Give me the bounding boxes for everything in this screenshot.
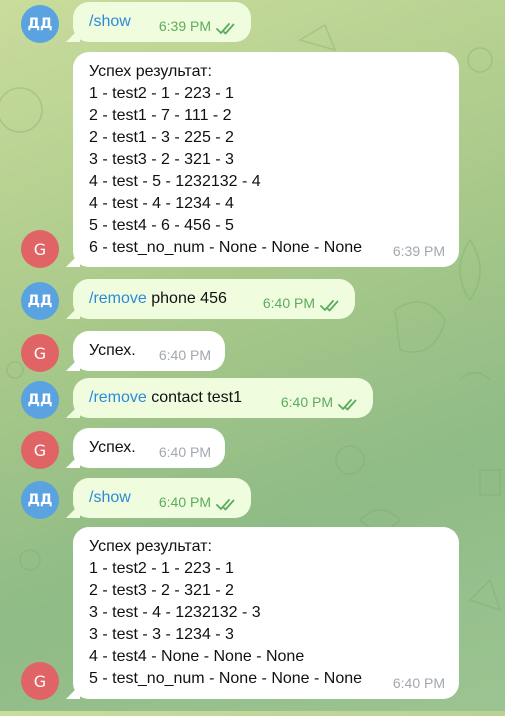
message-time: 6:40 PM <box>158 494 211 510</box>
bot-avatar[interactable]: G <box>21 230 59 268</box>
message-line: Успех результат: <box>89 63 212 80</box>
user-avatar[interactable]: ДД <box>21 381 59 419</box>
message-list[interactable]: ДД/show 6:39 PM G Успех результат: 1 - test2… <box>0 0 505 711</box>
incoming-message[interactable]: Успех. 6:40 PM <box>73 331 225 371</box>
message-line: 6 - test_no_num - None - None - None <box>89 239 363 256</box>
outgoing-message[interactable]: /remove phone 456 6:40 PM <box>73 279 355 319</box>
outgoing-message[interactable]: /remove contact test1 6:40 PM <box>73 378 373 418</box>
bot-avatar[interactable]: G <box>21 431 59 469</box>
user-avatar[interactable]: ДД <box>21 481 59 519</box>
bot-command-link[interactable]: /show <box>89 13 131 30</box>
message-line: 2 - test3 - 2 - 321 - 2 <box>89 582 234 599</box>
incoming-message[interactable]: Успех результат: 1 - test2 - 1 - 223 - 1 2… <box>73 52 459 267</box>
message-text: /show <box>89 487 131 509</box>
message-time: 6:40 PM <box>158 444 211 460</box>
message-text: Успех. <box>89 437 136 459</box>
user-avatar[interactable]: ДД <box>21 5 59 43</box>
command-argument: contact test1 <box>146 389 242 406</box>
message-line: 3 - test - 4 - 1232132 - 3 <box>89 604 261 621</box>
message-time: 6:40 PM <box>280 394 333 410</box>
message-line: 3 - test3 - 2 - 321 - 3 <box>89 151 234 168</box>
message-line: Успех. <box>89 439 136 456</box>
message-line: Успех. <box>89 342 136 359</box>
bot-avatar[interactable]: G <box>21 334 59 372</box>
bot-command-link[interactable]: /remove <box>89 389 147 406</box>
bot-avatar[interactable]: G <box>21 662 59 700</box>
message-text: /remove contact test1 <box>89 387 242 409</box>
message-line: 3 - test - 3 - 1234 - 3 <box>89 626 234 643</box>
double-check-icon <box>320 297 342 312</box>
double-check-icon <box>338 396 360 411</box>
double-check-icon <box>216 20 238 35</box>
bot-command-link[interactable]: /show <box>89 489 131 506</box>
message-time: 6:40 PM <box>158 347 211 363</box>
user-avatar[interactable]: ДД <box>21 282 59 320</box>
message-text: Успех результат: 1 - test2 - 1 - 223 - 1 2… <box>89 536 362 690</box>
outgoing-message[interactable]: /show 6:39 PM <box>73 2 251 42</box>
message-text: /show <box>89 11 131 33</box>
message-line: 4 - test - 5 - 1232132 - 4 <box>89 173 261 190</box>
message-line: 5 - test4 - 6 - 456 - 5 <box>89 217 234 234</box>
bot-command-link[interactable]: /remove <box>89 290 147 307</box>
message-line: 1 - test2 - 1 - 223 - 1 <box>89 85 234 102</box>
message-line: 4 - test4 - None - None - None <box>89 648 305 665</box>
message-line: Успех результат: <box>89 538 212 555</box>
command-argument: phone 456 <box>146 290 227 307</box>
message-line: 5 - test_no_num - None - None - None <box>89 670 363 687</box>
incoming-message[interactable]: Успех. 6:40 PM <box>73 428 225 468</box>
message-line: 2 - test1 - 7 - 111 - 2 <box>89 107 232 124</box>
outgoing-message[interactable]: /show 6:40 PM <box>73 478 251 518</box>
message-time: 6:40 PM <box>262 295 315 311</box>
incoming-message[interactable]: Успех результат: 1 - test2 - 1 - 223 - 1 2… <box>73 527 459 699</box>
message-time: 6:40 PM <box>392 675 445 691</box>
message-line: 4 - test - 4 - 1234 - 4 <box>89 195 234 212</box>
message-time: 6:39 PM <box>392 243 445 259</box>
message-text: /remove phone 456 <box>89 288 227 310</box>
double-check-icon <box>216 496 238 511</box>
message-line: 2 - test1 - 3 - 225 - 2 <box>89 129 234 146</box>
message-time: 6:39 PM <box>158 18 211 34</box>
message-text: Успех. <box>89 340 136 362</box>
message-text: Успех результат: 1 - test2 - 1 - 223 - 1 2… <box>89 61 362 259</box>
message-line: 1 - test2 - 1 - 223 - 1 <box>89 560 234 577</box>
